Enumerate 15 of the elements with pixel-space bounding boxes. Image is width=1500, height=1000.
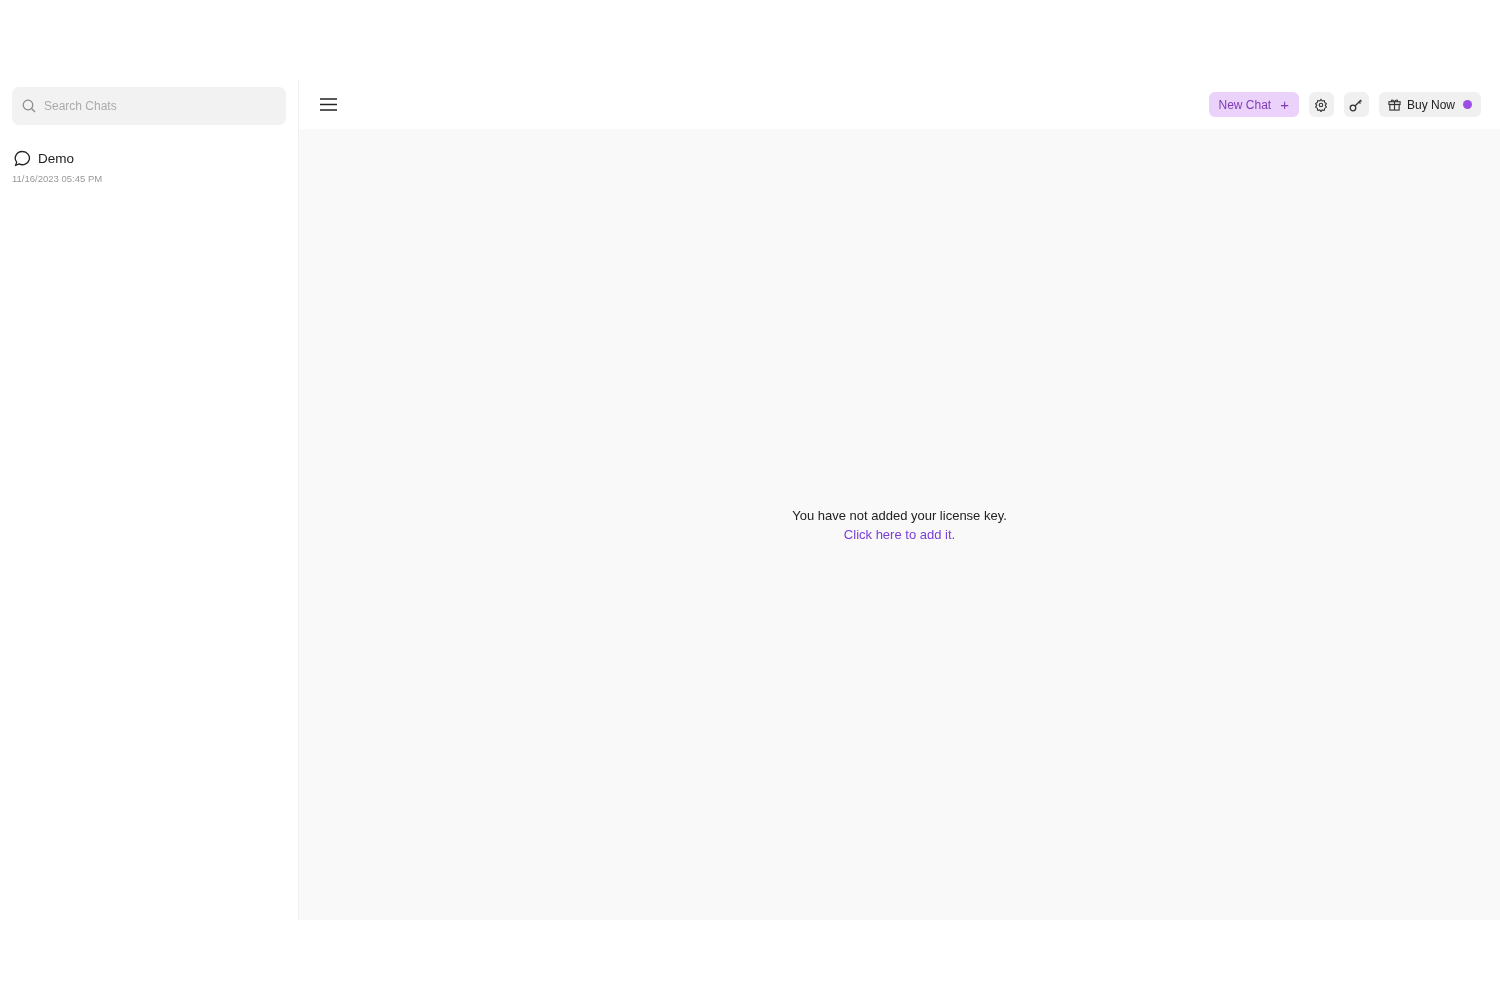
gift-icon	[1387, 98, 1401, 111]
license-message: You have not added your license key.	[792, 507, 1007, 523]
new-chat-button[interactable]: New Chat +	[1208, 92, 1299, 117]
settings-icon	[1314, 97, 1329, 112]
menu-icon[interactable]	[320, 98, 337, 111]
search-field[interactable]: Search Chats	[12, 87, 286, 125]
settings-button[interactable]	[1308, 92, 1334, 117]
chat-title[interactable]: Demo	[38, 151, 74, 166]
chat-timestamp: 11/16/2023 05:45 PM	[12, 173, 104, 184]
buy-now-button[interactable]: Buy Now	[1378, 92, 1481, 117]
chat-bubble-icon	[14, 150, 31, 167]
search-icon	[22, 99, 36, 113]
add-license-link[interactable]: Click here to add it.	[843, 526, 956, 542]
key-icon	[1349, 97, 1364, 112]
key-button[interactable]	[1343, 92, 1369, 117]
